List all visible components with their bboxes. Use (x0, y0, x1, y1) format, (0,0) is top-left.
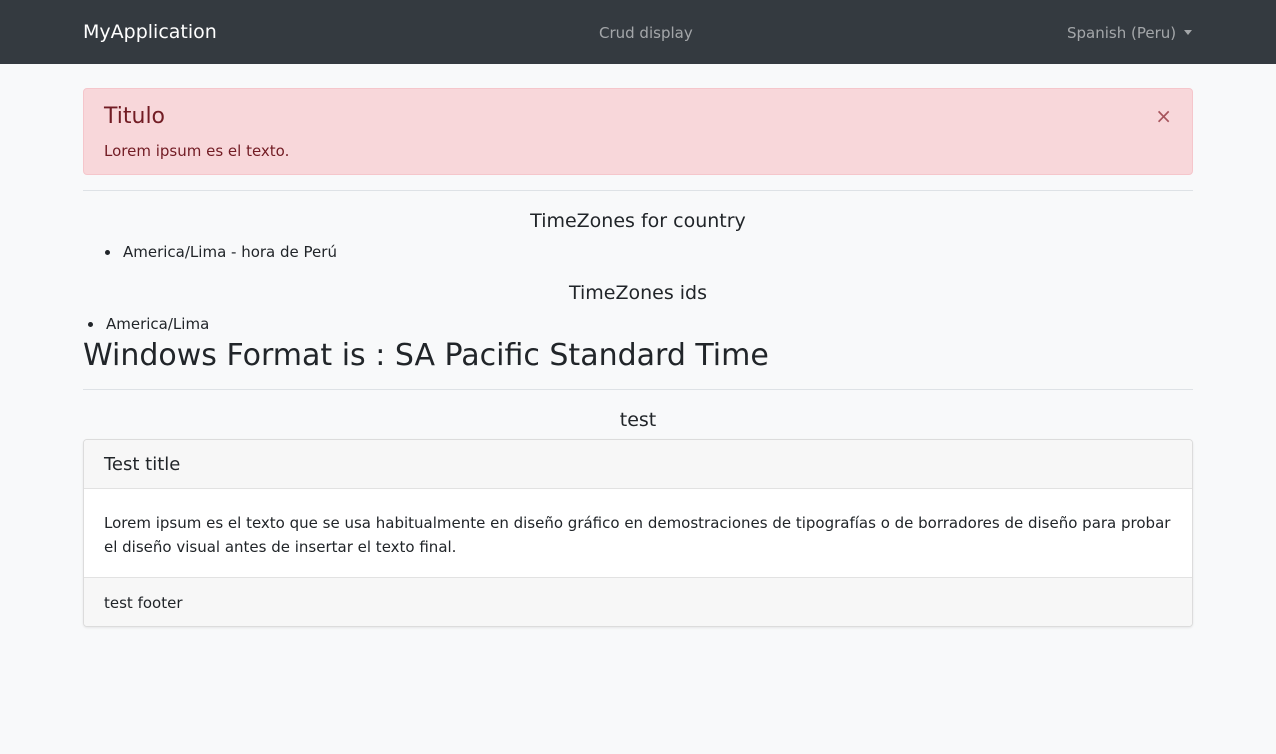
close-icon[interactable]: × (1155, 103, 1172, 129)
timezones-ids-title: TimeZones ids (568, 282, 708, 304)
nav-link-crud-display[interactable]: Crud display (599, 23, 693, 43)
windows-format-heading: Windows Format is : SA Pacific Standard … (83, 338, 769, 373)
alert-title: Titulo (104, 104, 166, 129)
brand-link[interactable]: MyApplication (83, 20, 217, 44)
card-header: Test title (84, 440, 1192, 489)
list-item: America/Lima (87, 315, 210, 333)
alert-text: Lorem ipsum es el texto. (104, 142, 290, 160)
divider (83, 389, 1193, 390)
language-label: Spanish (Peru) (1067, 24, 1177, 42)
card-title: Test title (104, 454, 181, 475)
divider (83, 190, 1193, 191)
language-dropdown[interactable]: Spanish (Peru) (1067, 23, 1193, 43)
timezones-ids-list: America/Lima (87, 314, 210, 334)
caret-down-icon (1184, 30, 1193, 35)
test-section-title: test (619, 409, 657, 431)
list-item: America/Lima - hora de Perú (105, 243, 337, 261)
alert-danger: Titulo Lorem ipsum es el texto. × (83, 88, 1193, 175)
card-body-text: Lorem ipsum es el texto que se usa habit… (104, 514, 1171, 556)
card-footer-text: test footer (104, 594, 183, 612)
card-footer: test footer (84, 577, 1192, 626)
timezones-country-list: America/Lima - hora de Perú (105, 242, 337, 262)
timezones-country-title: TimeZones for country (530, 210, 746, 232)
test-card: Test title Lorem ipsum es el texto que s… (83, 439, 1193, 627)
top-navbar: MyApplication Crud display Spanish (Peru… (0, 0, 1276, 64)
